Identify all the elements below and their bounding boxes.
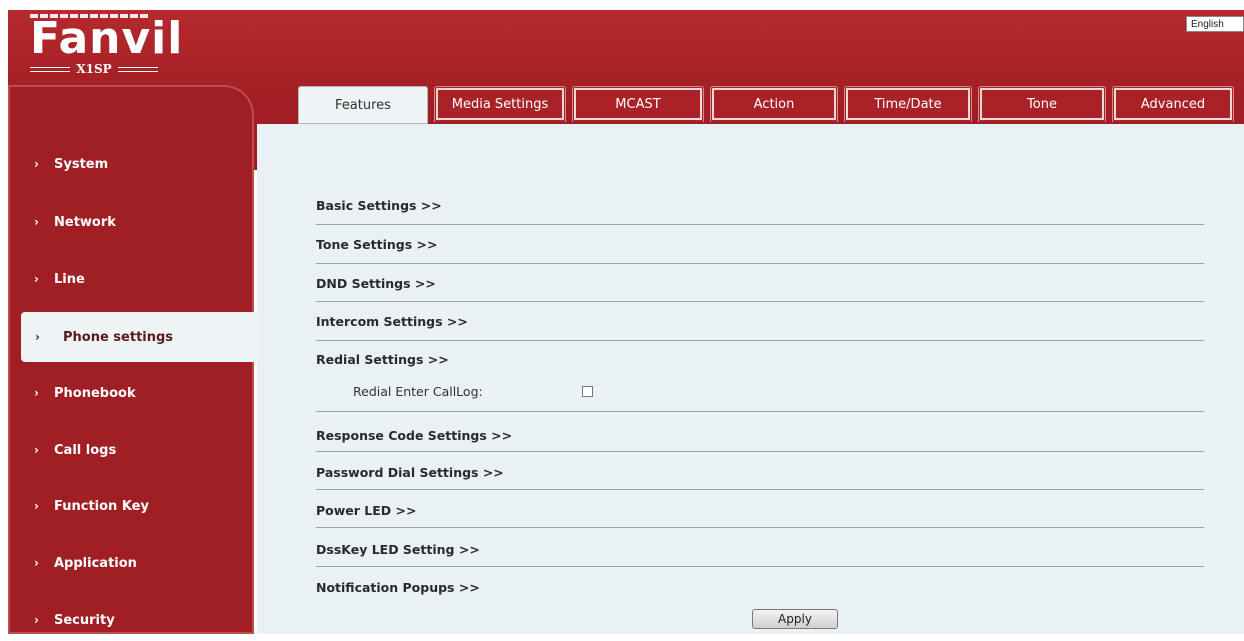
chevron-right-icon: › (34, 386, 39, 400)
sidebar-item-function-key[interactable]: › Function Key (8, 485, 254, 527)
section-response-code-settings[interactable]: Response Code Settings >> (316, 426, 1204, 446)
main-content: Basic Settings >> Tone Settings >> DND S… (257, 124, 1244, 634)
divider (316, 301, 1204, 302)
chevron-right-icon: › (34, 499, 39, 513)
tab-media-settings[interactable]: Media Settings (434, 86, 566, 122)
section-redial-settings[interactable]: Redial Settings >> (316, 350, 1204, 370)
divider (316, 263, 1204, 264)
section-dsskey-led-setting[interactable]: DssKey LED Setting >> (316, 540, 1204, 560)
sidebar-item-label: Network (54, 214, 116, 230)
sidebar-item-application[interactable]: › Application (8, 542, 254, 584)
section-tone-settings[interactable]: Tone Settings >> (316, 235, 1204, 255)
sidebar-item-label: Call logs (54, 442, 117, 458)
tab-mcast[interactable]: MCAST (572, 86, 704, 122)
sidebar-item-label: Phone settings (63, 329, 174, 345)
tab-action[interactable]: Action (710, 86, 838, 122)
divider (316, 527, 1204, 528)
section-title[interactable]: Tone Settings >> (316, 235, 1204, 255)
logo-text: Fanvil (30, 13, 184, 64)
section-title[interactable]: Notification Popups >> (316, 578, 1204, 598)
chevron-right-icon: › (34, 556, 39, 570)
section-password-dial-settings[interactable]: Password Dial Settings >> (316, 463, 1204, 483)
sidebar-item-system[interactable]: › System (8, 143, 254, 185)
section-power-led[interactable]: Power LED >> (316, 501, 1204, 521)
chevron-right-icon: › (34, 215, 39, 229)
sidebar-item-phone-settings[interactable]: › Phone settings (21, 312, 260, 362)
section-dnd-settings[interactable]: DND Settings >> (316, 274, 1204, 294)
sidebar-item-label: Phonebook (54, 385, 136, 401)
sidebar-item-label: System (54, 156, 109, 172)
model-line-right (117, 66, 159, 72)
section-title[interactable]: DssKey LED Setting >> (316, 540, 1204, 560)
section-notification-popups[interactable]: Notification Popups >> (316, 578, 1204, 598)
tab-tone[interactable]: Tone (978, 86, 1106, 122)
section-title[interactable]: Basic Settings >> (316, 196, 1204, 216)
chevron-right-icon: › (35, 330, 40, 344)
section-title[interactable]: DND Settings >> (316, 274, 1204, 294)
chevron-right-icon: › (34, 157, 39, 171)
redial-enter-calllog-label: Redial Enter CallLog: (353, 384, 483, 399)
sidebar-item-label: Security (54, 612, 115, 628)
redial-enter-calllog-checkbox[interactable] (582, 386, 593, 397)
tab-advanced[interactable]: Advanced (1112, 86, 1234, 122)
divider (316, 566, 1204, 567)
section-title[interactable]: Power LED >> (316, 501, 1204, 521)
chevron-right-icon: › (34, 443, 39, 457)
sidebar-item-label: Line (54, 271, 85, 287)
chevron-right-icon: › (34, 613, 39, 627)
model-line-left (30, 66, 71, 72)
divider (316, 489, 1204, 490)
section-title[interactable]: Intercom Settings >> (316, 312, 1204, 332)
divider (316, 451, 1204, 452)
sidebar-item-call-logs[interactable]: › Call logs (8, 429, 254, 471)
section-title[interactable]: Response Code Settings >> (316, 426, 1204, 446)
section-title[interactable]: Redial Settings >> (316, 350, 1204, 370)
divider (316, 340, 1204, 341)
model-badge: X1SP (30, 62, 159, 76)
tab-features[interactable]: Features (298, 86, 428, 124)
tab-time-date[interactable]: Time/Date (844, 86, 972, 122)
chevron-right-icon: › (34, 272, 39, 286)
tab-bar: Features Media Settings MCAST Action Tim… (298, 86, 1234, 124)
sidebar-item-label: Function Key (54, 498, 149, 514)
divider (316, 411, 1204, 412)
section-basic-settings[interactable]: Basic Settings >> (316, 196, 1204, 216)
sidebar-item-network[interactable]: › Network (8, 201, 254, 243)
sidebar-item-phonebook[interactable]: › Phonebook (8, 372, 254, 414)
language-select[interactable]: English (1186, 16, 1244, 32)
section-title[interactable]: Password Dial Settings >> (316, 463, 1204, 483)
sidebar-item-label: Application (54, 555, 137, 571)
fanvil-logo: Fanvil X1SP (30, 13, 184, 80)
divider (316, 224, 1204, 225)
sidebar: › System › Network › Line › Phone settin… (8, 85, 260, 634)
model-name: X1SP (76, 62, 112, 76)
sidebar-item-security[interactable]: › Security (8, 599, 254, 641)
apply-button[interactable]: Apply (752, 609, 838, 629)
section-intercom-settings[interactable]: Intercom Settings >> (316, 312, 1204, 332)
sidebar-item-line[interactable]: › Line (8, 258, 254, 300)
